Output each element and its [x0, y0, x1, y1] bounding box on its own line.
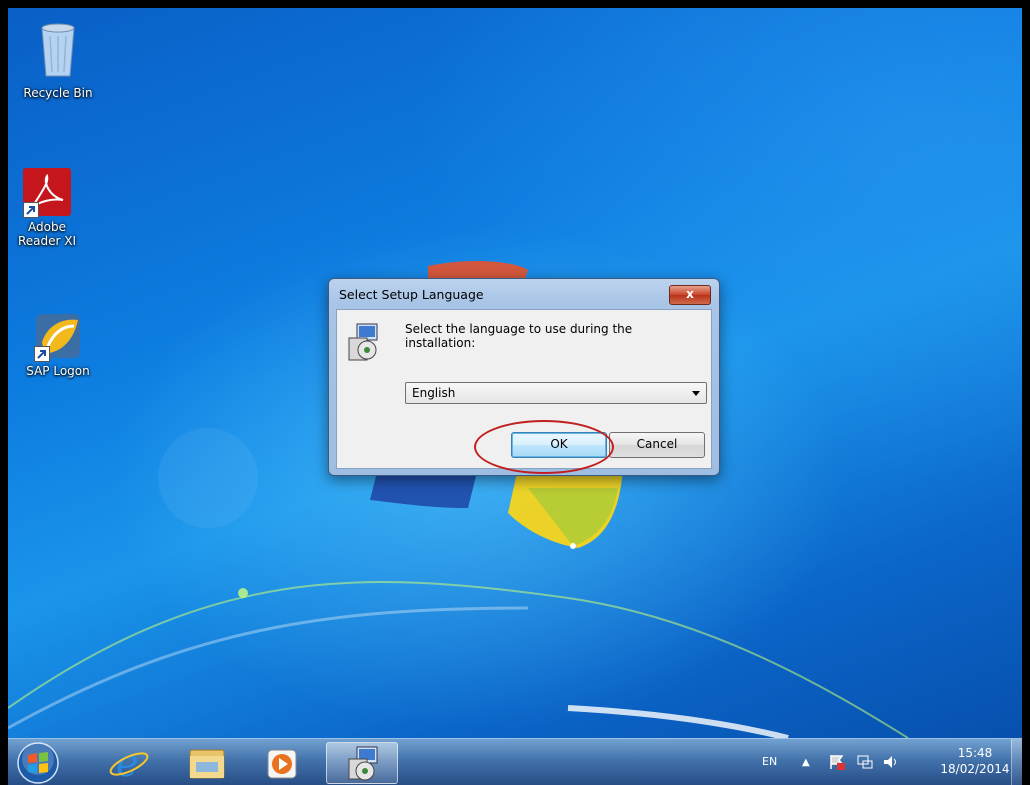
sap-logon-icon [34, 312, 82, 362]
system-tray: EN ▲ 15:48 18/02/2014 [732, 739, 1022, 785]
desktop-icon-sap-logon[interactable]: SAP Logon [13, 312, 103, 378]
dialog-title: Select Setup Language [339, 287, 484, 302]
taskbar-media-player[interactable] [254, 742, 312, 782]
screen: Recycle Bin Adobe Reader XI SAP Logon Se… [8, 8, 1022, 785]
ok-highlight-annotation [474, 420, 614, 474]
adobe-reader-icon [23, 168, 71, 218]
desktop: Recycle Bin Adobe Reader XI SAP Logon Se… [8, 8, 1022, 738]
language-indicator[interactable]: EN [762, 755, 777, 768]
action-center-flag-icon[interactable] [828, 753, 846, 771]
language-select[interactable]: English [405, 382, 707, 404]
setup-installer-icon [345, 322, 381, 362]
clock[interactable]: 15:48 18/02/2014 [940, 745, 1010, 777]
dialog-message: Select the language to use during the in… [405, 322, 633, 350]
windows-orb-icon [17, 742, 59, 784]
setup-installer-icon [348, 746, 378, 781]
desktop-icon-label: Adobe Reader XI [17, 220, 77, 248]
close-button[interactable]: x [669, 285, 711, 305]
volume-icon[interactable] [882, 753, 900, 771]
taskbar-internet-explorer[interactable]: e [100, 741, 158, 785]
taskbar: e EN ▲ 15:48 18/02/2014 [8, 738, 1022, 785]
internet-explorer-icon: e [109, 741, 149, 785]
media-player-icon [267, 749, 297, 779]
close-icon: x [686, 287, 694, 301]
desktop-icon-label: Recycle Bin [23, 86, 93, 100]
desktop-icon-recycle-bin[interactable]: Recycle Bin [13, 22, 103, 100]
cancel-button[interactable]: Cancel [609, 432, 705, 458]
start-button[interactable] [16, 741, 60, 785]
taskbar-windows-explorer[interactable] [178, 742, 236, 782]
clock-time: 15:48 [957, 746, 993, 760]
chevron-down-icon [692, 391, 700, 396]
dialog-titlebar[interactable]: Select Setup Language x [329, 279, 719, 307]
language-select-value: English [412, 386, 456, 400]
shortcut-arrow-icon [34, 346, 50, 362]
recycle-bin-icon [34, 22, 82, 77]
desktop-icon-adobe-reader[interactable]: Adobe Reader XI [8, 168, 92, 248]
show-desktop-button[interactable] [1011, 739, 1022, 785]
shortcut-arrow-icon [23, 202, 39, 218]
clock-date: 18/02/2014 [940, 762, 1010, 776]
desktop-icon-label: SAP Logon [26, 364, 90, 378]
taskbar-setup-installer[interactable] [326, 742, 398, 784]
folder-icon [189, 749, 225, 779]
show-hidden-icons-chevron-icon[interactable]: ▲ [802, 757, 810, 768]
network-icon[interactable] [856, 753, 874, 771]
